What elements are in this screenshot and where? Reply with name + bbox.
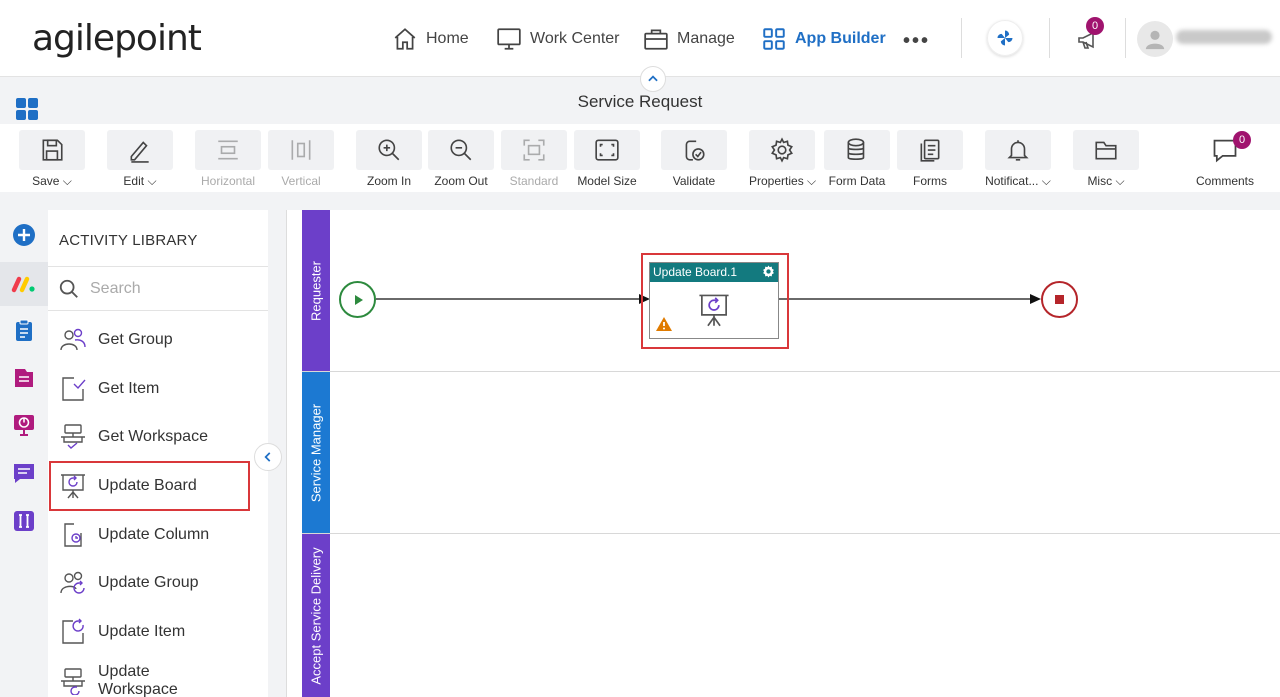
activity-header: Update Board.1: [650, 263, 778, 282]
activity-title: Update Board.1: [653, 265, 738, 279]
collapse-library-button[interactable]: [254, 443, 282, 471]
warning-icon[interactable]: [655, 316, 673, 332]
activity-body: [650, 282, 778, 338]
stop-icon: [1055, 295, 1064, 304]
activity-update-board[interactable]: Update Board.1: [649, 262, 779, 339]
collapse-header-button[interactable]: [640, 66, 666, 92]
arrowhead-icon: [1030, 294, 1041, 304]
chevron-up-icon: [648, 75, 658, 82]
start-event[interactable]: [339, 281, 376, 318]
process-connectors: [376, 294, 1041, 304]
end-event[interactable]: [1041, 281, 1078, 318]
gear-icon: [763, 265, 774, 278]
play-icon: [354, 294, 363, 305]
board-refresh-icon: [699, 294, 729, 327]
chevron-left-icon: [264, 452, 271, 462]
